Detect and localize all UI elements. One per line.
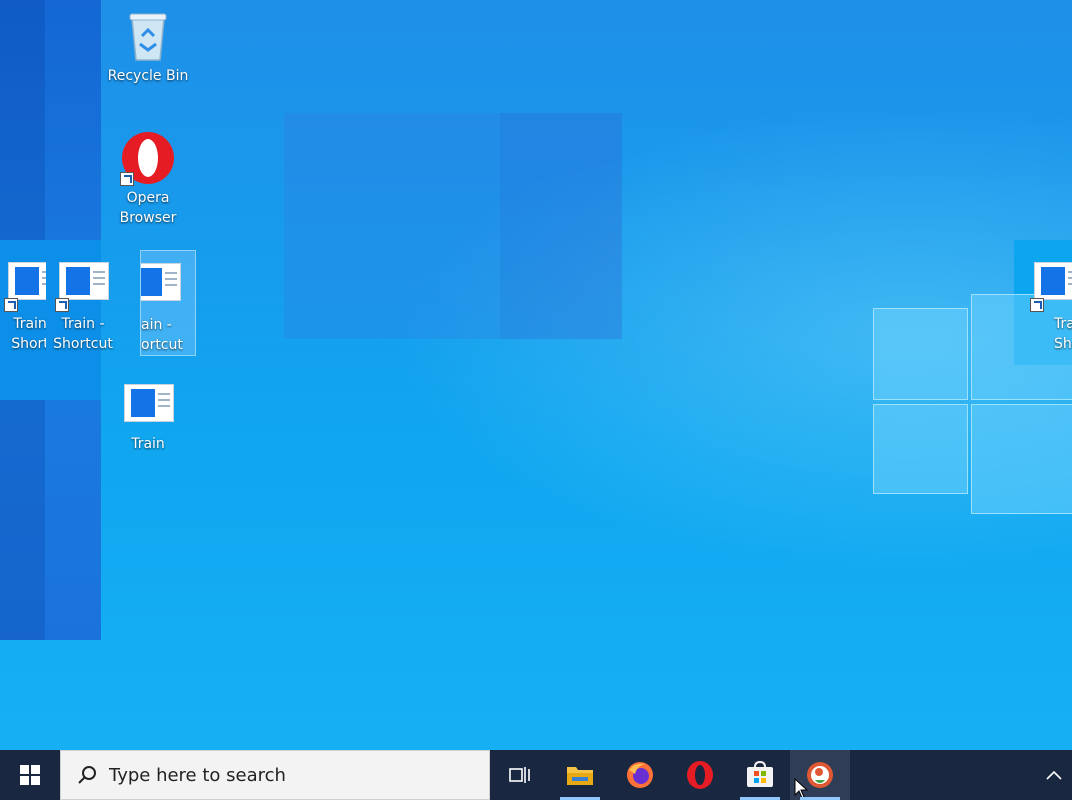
icon-label: Train Short	[1054, 316, 1072, 352]
desktop[interactable]: Recycle Bin Opera Browser Train Short Tr…	[0, 0, 1072, 750]
desktop-icon-train-shortcut-selected[interactable]: ain - ortcut	[140, 250, 196, 356]
taskbar-active-app[interactable]	[790, 750, 850, 800]
windows-start-icon	[20, 765, 40, 785]
logo-pane-bl	[873, 404, 968, 494]
icon-label: Opera Browser	[119, 190, 177, 226]
desktop-icon-train-shortcut-right-partial[interactable]: Train Short	[1030, 256, 1072, 354]
task-view-icon	[509, 767, 530, 783]
opera-icon	[120, 130, 176, 186]
taskbar: Type here to search	[0, 750, 1072, 800]
search-placeholder: Type here to search	[109, 764, 286, 786]
icon-label: Train - Shortcut	[53, 316, 113, 352]
shortcut-arrow-icon	[55, 298, 69, 312]
document-icon	[120, 376, 176, 432]
icon-label: ain - ortcut	[141, 317, 183, 353]
desktop-icon-train-shortcut[interactable]: Train - Shortcut	[41, 256, 125, 354]
document-shortcut-icon	[141, 257, 183, 313]
store-icon	[747, 761, 773, 787]
taskbar-file-explorer[interactable]	[550, 750, 610, 800]
opera-icon	[687, 761, 713, 789]
firefox-icon	[627, 762, 653, 788]
icon-label: Train Short	[11, 316, 46, 352]
taskbar-microsoft-store[interactable]	[730, 750, 790, 800]
desktop-icon-train-shortcut-partial[interactable]: Train Short	[0, 256, 46, 354]
chevron-up-icon	[1046, 770, 1062, 780]
start-button[interactable]	[0, 750, 60, 800]
shortcut-arrow-icon	[4, 298, 18, 312]
document-shortcut-icon	[1030, 256, 1072, 312]
taskbar-opera[interactable]	[670, 750, 730, 800]
task-view-button[interactable]	[490, 750, 550, 800]
icon-label: Train	[131, 436, 165, 452]
show-hidden-icons-button[interactable]	[1036, 750, 1072, 800]
folder-icon	[567, 767, 593, 785]
logo-pane-br	[971, 404, 1072, 514]
document-shortcut-icon	[4, 256, 46, 312]
taskbar-firefox[interactable]	[610, 750, 670, 800]
desktop-icon-train[interactable]: Train	[106, 376, 190, 454]
desktop-icon-opera[interactable]: Opera Browser	[106, 130, 190, 228]
document-shortcut-icon	[55, 256, 111, 312]
search-box[interactable]: Type here to search	[60, 750, 490, 800]
recycle-bin-icon	[120, 8, 176, 64]
drag-ghost-shade	[500, 113, 622, 339]
search-icon	[78, 766, 96, 784]
icon-label: Recycle Bin	[107, 68, 189, 84]
desktop-icon-recycle-bin[interactable]: Recycle Bin	[106, 8, 190, 86]
mouse-cursor-icon	[794, 778, 809, 799]
logo-pane-tl	[873, 308, 968, 400]
shortcut-arrow-icon	[1030, 298, 1044, 312]
shortcut-arrow-icon	[120, 172, 134, 186]
